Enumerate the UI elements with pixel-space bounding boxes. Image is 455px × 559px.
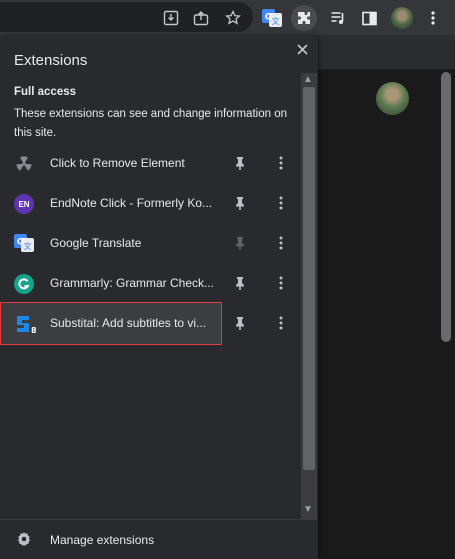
more-options-icon[interactable] (272, 274, 290, 292)
google-translate-icon: G文 (14, 234, 34, 254)
more-options-icon[interactable] (272, 234, 290, 252)
svg-text:8: 8 (31, 326, 36, 335)
extension-item[interactable]: G文 Google Translate (0, 223, 300, 263)
side-panel-icon[interactable] (356, 5, 382, 31)
close-icon[interactable] (293, 40, 311, 58)
install-app-icon[interactable] (158, 5, 184, 31)
panel-scrollbar-thumb[interactable] (303, 87, 315, 470)
extensions-menu: Extensions Full access These extensions … (0, 35, 318, 559)
endnote-icon: EN (14, 194, 34, 214)
extension-item[interactable]: Grammarly: Grammar Check... (0, 263, 300, 303)
extension-name: Click to Remove Element (50, 156, 185, 170)
extension-name: Grammarly: Grammar Check... (50, 276, 215, 290)
extension-item-actions (222, 303, 300, 343)
svg-text:文: 文 (24, 241, 32, 251)
grammarly-icon (14, 274, 34, 294)
section-title: Full access (14, 86, 77, 98)
chrome-menu-icon[interactable] (420, 5, 446, 31)
share-icon[interactable] (188, 5, 214, 31)
extension-name: Substital: Add subtitles to vi... (50, 316, 207, 330)
pin-icon[interactable] (232, 275, 248, 291)
media-queue-icon[interactable] (325, 5, 351, 31)
page-avatar[interactable] (376, 82, 409, 115)
extension-item[interactable]: EN EndNote Click - Formerly Ko... (0, 183, 300, 223)
scroll-up-icon[interactable]: ▲ (303, 74, 313, 85)
pin-icon[interactable] (232, 195, 248, 211)
panel-title: Extensions (14, 52, 88, 69)
extension-name: EndNote Click - Formerly Ko... (50, 196, 213, 210)
gear-icon (16, 531, 34, 549)
pin-icon[interactable] (232, 315, 248, 331)
extensions-puzzle-icon[interactable] (291, 5, 317, 31)
page-header-strip (318, 35, 455, 69)
manage-extensions-label: Manage extensions (50, 533, 155, 547)
browser-toolbar: G文 (0, 0, 455, 35)
bookmark-star-icon[interactable] (220, 5, 246, 31)
scroll-down-icon[interactable]: ▼ (303, 504, 313, 515)
address-bar[interactable] (0, 2, 253, 32)
extension-name: Google Translate (50, 236, 142, 250)
profile-avatar[interactable] (391, 7, 413, 29)
extension-item[interactable]: Click to Remove Element (0, 143, 300, 183)
more-options-icon[interactable] (272, 154, 290, 172)
section-description: These extensions can see and change info… (14, 108, 287, 139)
page-scrollbar[interactable] (441, 72, 451, 342)
svg-text:文: 文 (272, 16, 280, 26)
more-options-icon[interactable] (272, 194, 290, 212)
manage-extensions-button[interactable]: Manage extensions (0, 523, 318, 557)
substital-icon: 8 (14, 313, 37, 335)
pin-icon-unpinned[interactable] (232, 235, 248, 251)
radiation-icon (14, 154, 34, 174)
google-translate-icon[interactable]: G文 (259, 5, 285, 31)
extension-item-selected[interactable]: 8 Substital: Add subtitles to vi... (0, 302, 222, 345)
pin-icon[interactable] (232, 155, 248, 171)
divider (0, 519, 318, 520)
more-options-icon[interactable] (272, 314, 290, 332)
